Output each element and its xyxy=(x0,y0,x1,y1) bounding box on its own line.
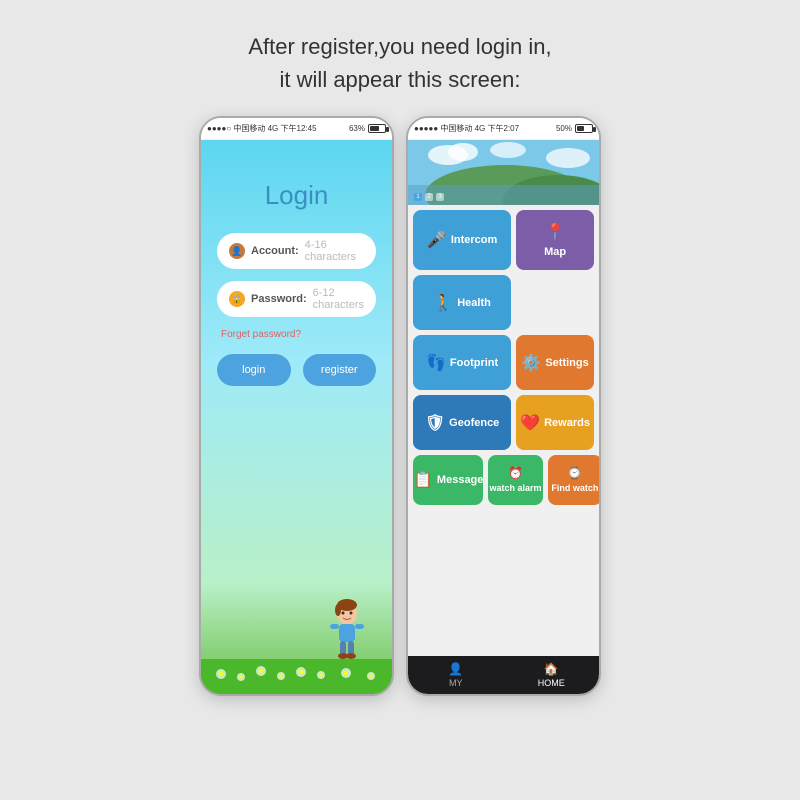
find-watch-button[interactable]: ⌚ Find watch xyxy=(548,455,599,505)
nav-home-icon: 🏠 xyxy=(544,662,559,676)
footprint-label: Footprint xyxy=(450,357,498,369)
health-label: Health xyxy=(457,297,491,309)
settings-label: Settings xyxy=(545,357,588,369)
status-left-home: ●●●●● 中国移动 4G 下午2:07 xyxy=(414,123,519,134)
battery-icon-home xyxy=(575,124,593,133)
phones-container: ●●●●○ 中国移动 4G 下午12:45 63% Login 👤 Accoun… xyxy=(199,116,601,696)
watch-alarm-button[interactable]: ⏰ watch alarm xyxy=(488,455,542,505)
rewards-button[interactable]: ❤️ Rewards xyxy=(516,395,594,450)
grid-row-5: 📋 Message ⏰ watch alarm ⌚ Find watch xyxy=(413,455,594,505)
header-line2: it will appear this screen: xyxy=(280,67,521,92)
login-button[interactable]: login xyxy=(217,354,291,386)
password-label: Password: xyxy=(251,293,307,305)
footprint-button[interactable]: 👣 Footprint xyxy=(413,335,511,390)
message-icon: 📋 xyxy=(413,470,433,490)
footprint-icon: 👣 xyxy=(426,353,446,373)
map-label: Map xyxy=(544,246,566,258)
grid-row-4: 🛡 Geofence ❤️ Rewards xyxy=(413,395,594,450)
account-field[interactable]: 👤 Account: 4-16 characters xyxy=(217,233,376,269)
health-icon: 🚶 xyxy=(433,293,453,313)
login-screen: Login 👤 Account: 4-16 characters 🔒 Passw… xyxy=(201,140,392,694)
status-right-login: 63% xyxy=(349,124,386,133)
phone-home: ●●●●● 中国移动 4G 下午2:07 50% xyxy=(406,116,601,696)
grid-row-1: 🎤 Intercom 📍 Map xyxy=(413,210,594,270)
intercom-button[interactable]: 🎤 Intercom xyxy=(413,210,511,270)
rewards-label: Rewards xyxy=(544,417,590,429)
nav-my[interactable]: 👤 MY xyxy=(408,656,504,694)
banner-dot-1[interactable]: 1 xyxy=(414,193,422,201)
status-left-login: ●●●●○ 中国移动 4G 下午12:45 xyxy=(207,123,317,134)
forget-password[interactable]: Forget password? xyxy=(221,329,301,340)
password-placeholder: 6-12 characters xyxy=(313,287,364,311)
home-main-grid: 🎤 Intercom 📍 Map 🚶 Health xyxy=(408,205,599,656)
nav-home-label: HOME xyxy=(538,678,565,688)
nav-home[interactable]: 🏠 HOME xyxy=(504,656,600,694)
geofence-label: Geofence xyxy=(449,417,499,429)
banner-dots: 1 2 3 xyxy=(414,193,444,201)
map-icon: 📍 xyxy=(545,222,565,242)
intercom-icon: 🎤 xyxy=(427,230,447,250)
status-bar-login: ●●●●○ 中国移动 4G 下午12:45 63% xyxy=(201,118,392,140)
login-title: Login xyxy=(265,180,329,211)
settings-button[interactable]: ⚙️ Settings xyxy=(516,335,594,390)
account-label: Account: xyxy=(251,245,299,257)
password-field[interactable]: 🔒 Password: 6-12 characters xyxy=(217,281,376,317)
home-screen: 1 2 3 🎤 Intercom 📍 xyxy=(408,140,599,694)
find-watch-icon: ⌚ xyxy=(567,466,582,480)
grid-row-3: 👣 Footprint ⚙️ Settings xyxy=(413,335,594,390)
settings-icon: ⚙️ xyxy=(521,353,541,373)
status-bar-home: ●●●●● 中国移动 4G 下午2:07 50% xyxy=(408,118,599,140)
geofence-button[interactable]: 🛡 Geofence xyxy=(413,395,511,450)
banner-dot-2[interactable]: 2 xyxy=(425,193,433,201)
account-icon: 👤 xyxy=(229,243,245,259)
password-icon: 🔒 xyxy=(229,291,245,307)
battery-pct-login: 63% xyxy=(349,124,365,133)
message-label: Message xyxy=(437,474,483,486)
character xyxy=(322,594,372,664)
watch-alarm-label: watch alarm xyxy=(490,484,542,494)
grass-bottom xyxy=(201,659,392,694)
intercom-label: Intercom xyxy=(451,234,497,246)
phone-login: ●●●●○ 中国移动 4G 下午12:45 63% Login 👤 Accoun… xyxy=(199,116,394,696)
watch-alarm-icon: ⏰ xyxy=(508,466,523,480)
battery-icon-login xyxy=(368,124,386,133)
nav-my-label: MY xyxy=(449,678,463,688)
grid-row-2: 🚶 Health xyxy=(413,275,594,330)
account-placeholder: 4-16 characters xyxy=(305,239,364,263)
rewards-icon: ❤️ xyxy=(520,413,540,433)
btn-row: login register xyxy=(217,354,376,386)
home-nav: 👤 MY 🏠 HOME xyxy=(408,656,599,694)
battery-pct-home: 50% xyxy=(556,124,572,133)
nav-my-icon: 👤 xyxy=(448,662,463,676)
geofence-icon: 🛡 xyxy=(425,413,445,433)
status-right-home: 50% xyxy=(556,124,593,133)
find-watch-label: Find watch xyxy=(551,484,598,494)
header-line1: After register,you need login in, xyxy=(248,34,551,59)
map-button[interactable]: 📍 Map xyxy=(516,210,594,270)
home-banner: 1 2 3 xyxy=(408,140,599,205)
health-button[interactable]: 🚶 Health xyxy=(413,275,511,330)
banner-dot-3[interactable]: 3 xyxy=(436,193,444,201)
message-button[interactable]: 📋 Message xyxy=(413,455,483,505)
header-text: After register,you need login in, it wil… xyxy=(248,30,551,96)
register-button[interactable]: register xyxy=(303,354,377,386)
